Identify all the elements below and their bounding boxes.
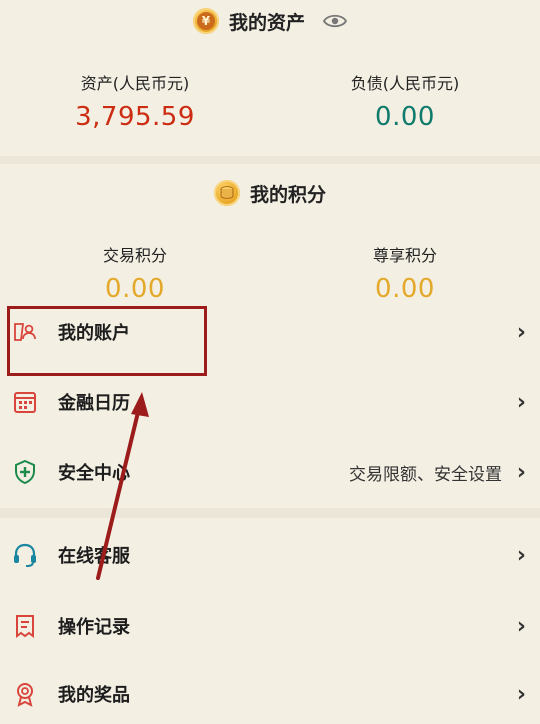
premium-points[interactable]: 尊享积分 0.00 bbox=[270, 242, 540, 304]
annotation-highlight-box bbox=[7, 306, 207, 376]
chevron-right-icon: › bbox=[516, 613, 526, 639]
points-title: 我的积分 bbox=[249, 183, 326, 206]
chevron-right-icon: › bbox=[516, 319, 526, 345]
security-settings-hint: 交易限额、安全设置 bbox=[349, 464, 502, 485]
menu-label-security-center: 安全中心 bbox=[58, 463, 130, 484]
medal-icon bbox=[12, 681, 38, 707]
shield-plus-icon bbox=[12, 459, 38, 485]
coin-stack-icon bbox=[213, 180, 240, 206]
menu-label-my-rewards: 我的奖品 bbox=[58, 685, 130, 706]
liabilities-total[interactable]: 负债(人民币元) 0.00 bbox=[270, 70, 540, 132]
menu-label-operation-records: 操作记录 bbox=[58, 617, 130, 638]
assets-value: 3,795.59 bbox=[75, 102, 195, 132]
points-section-header: 我的积分 bbox=[0, 176, 540, 210]
premium-points-label: 尊享积分 bbox=[372, 246, 437, 265]
premium-points-value: 0.00 bbox=[375, 274, 435, 304]
liabilities-label: 负债(人民币元) bbox=[350, 74, 460, 93]
chevron-right-icon: › bbox=[516, 681, 526, 707]
yen-coin-icon: ¥ bbox=[192, 8, 219, 34]
chevron-right-icon: › bbox=[516, 542, 526, 568]
menu-item-my-rewards[interactable]: 我的奖品 › bbox=[0, 664, 540, 724]
assets-section-header: ¥ 我的资产 bbox=[0, 4, 540, 38]
assets-label: 资产(人民币元) bbox=[80, 74, 190, 93]
trade-points-value: 0.00 bbox=[105, 274, 165, 304]
assets-title: 我的资产 bbox=[228, 11, 305, 34]
assets-page: ¥ 我的资产 资产(人民币元) 3,795.59 负债(人民币元) 0.00 我… bbox=[0, 0, 540, 720]
menu-item-finance-calendar[interactable]: 金融日历 › bbox=[0, 372, 540, 432]
section-divider bbox=[0, 156, 540, 164]
chevron-right-icon: › bbox=[516, 459, 526, 485]
menu-item-operation-records[interactable]: 操作记录 › bbox=[0, 596, 540, 656]
eye-icon[interactable] bbox=[323, 13, 347, 29]
trade-points[interactable]: 交易积分 0.00 bbox=[0, 242, 270, 304]
menu-label-finance-calendar: 金融日历 bbox=[58, 393, 130, 414]
document-list-icon bbox=[12, 613, 38, 639]
menu-item-online-service[interactable]: 在线客服 › bbox=[0, 525, 540, 585]
chevron-right-icon: › bbox=[516, 389, 526, 415]
calendar-icon bbox=[12, 389, 38, 415]
trade-points-label: 交易积分 bbox=[102, 246, 167, 265]
headset-icon bbox=[12, 542, 38, 568]
assets-total[interactable]: 资产(人民币元) 3,795.59 bbox=[0, 70, 270, 132]
menu-item-security-center[interactable]: 安全中心 交易限额、安全设置 › bbox=[0, 442, 540, 502]
menu-label-online-service: 在线客服 bbox=[58, 546, 130, 567]
liabilities-value: 0.00 bbox=[375, 102, 435, 132]
section-divider bbox=[0, 508, 540, 518]
